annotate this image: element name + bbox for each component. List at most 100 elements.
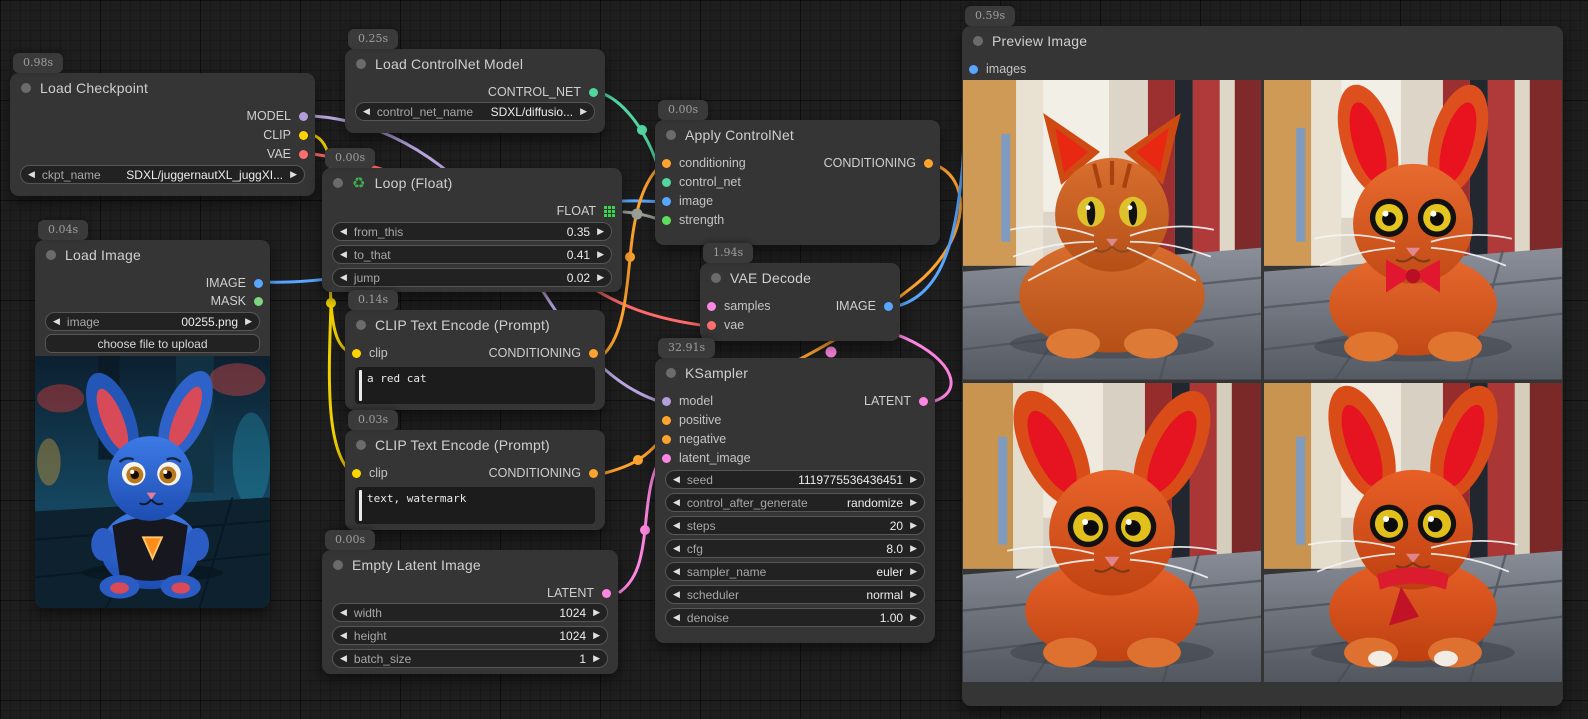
collapse-dot-icon[interactable] (333, 560, 343, 570)
node-title-bar[interactable]: Empty Latent Image (322, 550, 618, 580)
port-negative[interactable] (662, 435, 671, 444)
node-title-bar[interactable]: CLIP Text Encode (Prompt) (345, 310, 605, 340)
node-title-bar[interactable]: Load Image (35, 240, 270, 270)
port-clip[interactable] (352, 469, 361, 478)
node-title-bar[interactable]: VAE Decode (700, 263, 900, 293)
increment-arrow-icon[interactable]: ▶ (593, 654, 600, 663)
from-this-widget[interactable]: ◀ from_this 0.35 ▶ (332, 222, 612, 241)
preview-image-cell-4[interactable] (1264, 383, 1562, 683)
node-title-bar[interactable]: Load ControlNet Model (345, 49, 605, 79)
port-conditioning[interactable] (589, 349, 598, 358)
port-conditioning[interactable] (589, 469, 598, 478)
port-clip[interactable] (352, 349, 361, 358)
next-value-arrow-icon[interactable]: ▶ (910, 590, 917, 599)
decrement-arrow-icon[interactable]: ◀ (673, 521, 680, 530)
node-title-bar[interactable]: KSampler (655, 358, 935, 388)
decrement-arrow-icon[interactable]: ◀ (340, 250, 347, 259)
prev-value-arrow-icon[interactable]: ◀ (673, 590, 680, 599)
increment-arrow-icon[interactable]: ▶ (593, 631, 600, 640)
collapse-dot-icon[interactable] (21, 83, 31, 93)
collapse-dot-icon[interactable] (333, 178, 343, 188)
collapse-dot-icon[interactable] (666, 368, 676, 378)
decrement-arrow-icon[interactable]: ◀ (673, 475, 680, 484)
control-after-generate-widget[interactable]: ◀ control_after_generate randomize ▶ (665, 493, 925, 512)
port-model[interactable] (662, 397, 671, 406)
decrement-arrow-icon[interactable]: ◀ (673, 544, 680, 553)
choose-file-button[interactable]: choose file to upload (45, 334, 260, 353)
prev-value-arrow-icon[interactable]: ◀ (53, 317, 60, 326)
port-image[interactable] (884, 302, 893, 311)
port-latent-image[interactable] (662, 454, 671, 463)
port-positive[interactable] (662, 416, 671, 425)
increment-arrow-icon[interactable]: ▶ (910, 521, 917, 530)
port-conditioning[interactable] (662, 159, 671, 168)
port-latent[interactable] (919, 397, 928, 406)
prev-value-arrow-icon[interactable]: ◀ (28, 170, 35, 179)
prev-value-arrow-icon[interactable]: ◀ (363, 107, 370, 116)
seed-widget[interactable]: ◀ seed 1119775536436451 ▶ (665, 470, 925, 489)
collapse-dot-icon[interactable] (711, 273, 721, 283)
decrement-arrow-icon[interactable]: ◀ (340, 227, 347, 236)
increment-arrow-icon[interactable]: ▶ (910, 613, 917, 622)
port-images[interactable] (969, 65, 978, 74)
cfg-widget[interactable]: ◀ cfg 8.0 ▶ (665, 539, 925, 558)
batch-size-widget[interactable]: ◀ batch_size 1 ▶ (332, 649, 608, 668)
port-conditioning[interactable] (924, 159, 933, 168)
width-widget[interactable]: ◀ width 1024 ▶ (332, 603, 608, 622)
port-clip[interactable] (299, 131, 308, 140)
decrement-arrow-icon[interactable]: ◀ (673, 613, 680, 622)
node-title-bar[interactable]: Load Checkpoint (10, 73, 315, 103)
port-strength[interactable] (662, 216, 671, 225)
float-grid-icon[interactable] (604, 206, 615, 217)
node-clip-text-encode-positive[interactable]: 0.14s CLIP Text Encode (Prompt) clip CON… (345, 310, 605, 410)
image-file-widget[interactable]: ◀ image 00255.png ▶ (45, 312, 260, 331)
next-value-arrow-icon[interactable]: ▶ (290, 170, 297, 179)
increment-arrow-icon[interactable]: ▶ (597, 227, 604, 236)
decrement-arrow-icon[interactable]: ◀ (340, 631, 347, 640)
decrement-arrow-icon[interactable]: ◀ (340, 608, 347, 617)
port-latent[interactable] (602, 589, 611, 598)
decrement-arrow-icon[interactable]: ◀ (340, 654, 347, 663)
port-mask[interactable] (254, 297, 263, 306)
prompt-textarea[interactable]: a red cat (355, 367, 595, 404)
port-image[interactable] (662, 197, 671, 206)
node-title-bar[interactable]: Apply ControlNet (655, 120, 940, 150)
next-value-arrow-icon[interactable]: ▶ (580, 107, 587, 116)
next-value-arrow-icon[interactable]: ▶ (245, 317, 252, 326)
increment-arrow-icon[interactable]: ▶ (910, 475, 917, 484)
next-value-arrow-icon[interactable]: ▶ (910, 498, 917, 507)
jump-widget[interactable]: ◀ jump 0.02 ▶ (332, 268, 612, 287)
height-widget[interactable]: ◀ height 1024 ▶ (332, 626, 608, 645)
node-title-bar[interactable]: ♻ Loop (Float) (322, 168, 622, 198)
node-clip-text-encode-negative[interactable]: 0.03s CLIP Text Encode (Prompt) clip CON… (345, 430, 605, 530)
port-model[interactable] (299, 112, 308, 121)
ckpt-name-widget[interactable]: ◀ ckpt_name SDXL/juggernautXL_juggXI... … (20, 165, 305, 184)
port-vae[interactable] (299, 150, 308, 159)
collapse-dot-icon[interactable] (356, 440, 366, 450)
next-value-arrow-icon[interactable]: ▶ (910, 567, 917, 576)
preview-image-cell-3[interactable] (963, 383, 1261, 683)
port-image[interactable] (254, 279, 263, 288)
port-control-net[interactable] (589, 88, 598, 97)
prev-value-arrow-icon[interactable]: ◀ (673, 567, 680, 576)
node-apply-controlnet[interactable]: 0.00s Apply ControlNet conditioning cont… (655, 120, 940, 245)
node-loop-float[interactable]: 0.00s ♻ Loop (Float) FLOAT ◀ from_this 0… (322, 168, 622, 292)
to-that-widget[interactable]: ◀ to_that 0.41 ▶ (332, 245, 612, 264)
preview-image-cell-1[interactable] (963, 80, 1261, 380)
decrement-arrow-icon[interactable]: ◀ (340, 273, 347, 282)
preview-image-cell-2[interactable] (1264, 80, 1562, 380)
scheduler-widget[interactable]: ◀ scheduler normal ▶ (665, 585, 925, 604)
node-title-bar[interactable]: CLIP Text Encode (Prompt) (345, 430, 605, 460)
increment-arrow-icon[interactable]: ▶ (593, 608, 600, 617)
sampler-name-widget[interactable]: ◀ sampler_name euler ▶ (665, 562, 925, 581)
node-load-controlnet-model[interactable]: 0.25s Load ControlNet Model CONTROL_NET … (345, 49, 605, 133)
prev-value-arrow-icon[interactable]: ◀ (673, 498, 680, 507)
node-load-image[interactable]: 0.04s Load Image IMAGE MASK ◀ image 0025… (35, 240, 270, 608)
port-control-net[interactable] (662, 178, 671, 187)
increment-arrow-icon[interactable]: ▶ (597, 250, 604, 259)
collapse-dot-icon[interactable] (356, 320, 366, 330)
control-net-name-widget[interactable]: ◀ control_net_name SDXL/diffusio... ▶ (355, 102, 595, 121)
collapse-dot-icon[interactable] (666, 130, 676, 140)
denoise-widget[interactable]: ◀ denoise 1.00 ▶ (665, 608, 925, 627)
collapse-dot-icon[interactable] (356, 59, 366, 69)
